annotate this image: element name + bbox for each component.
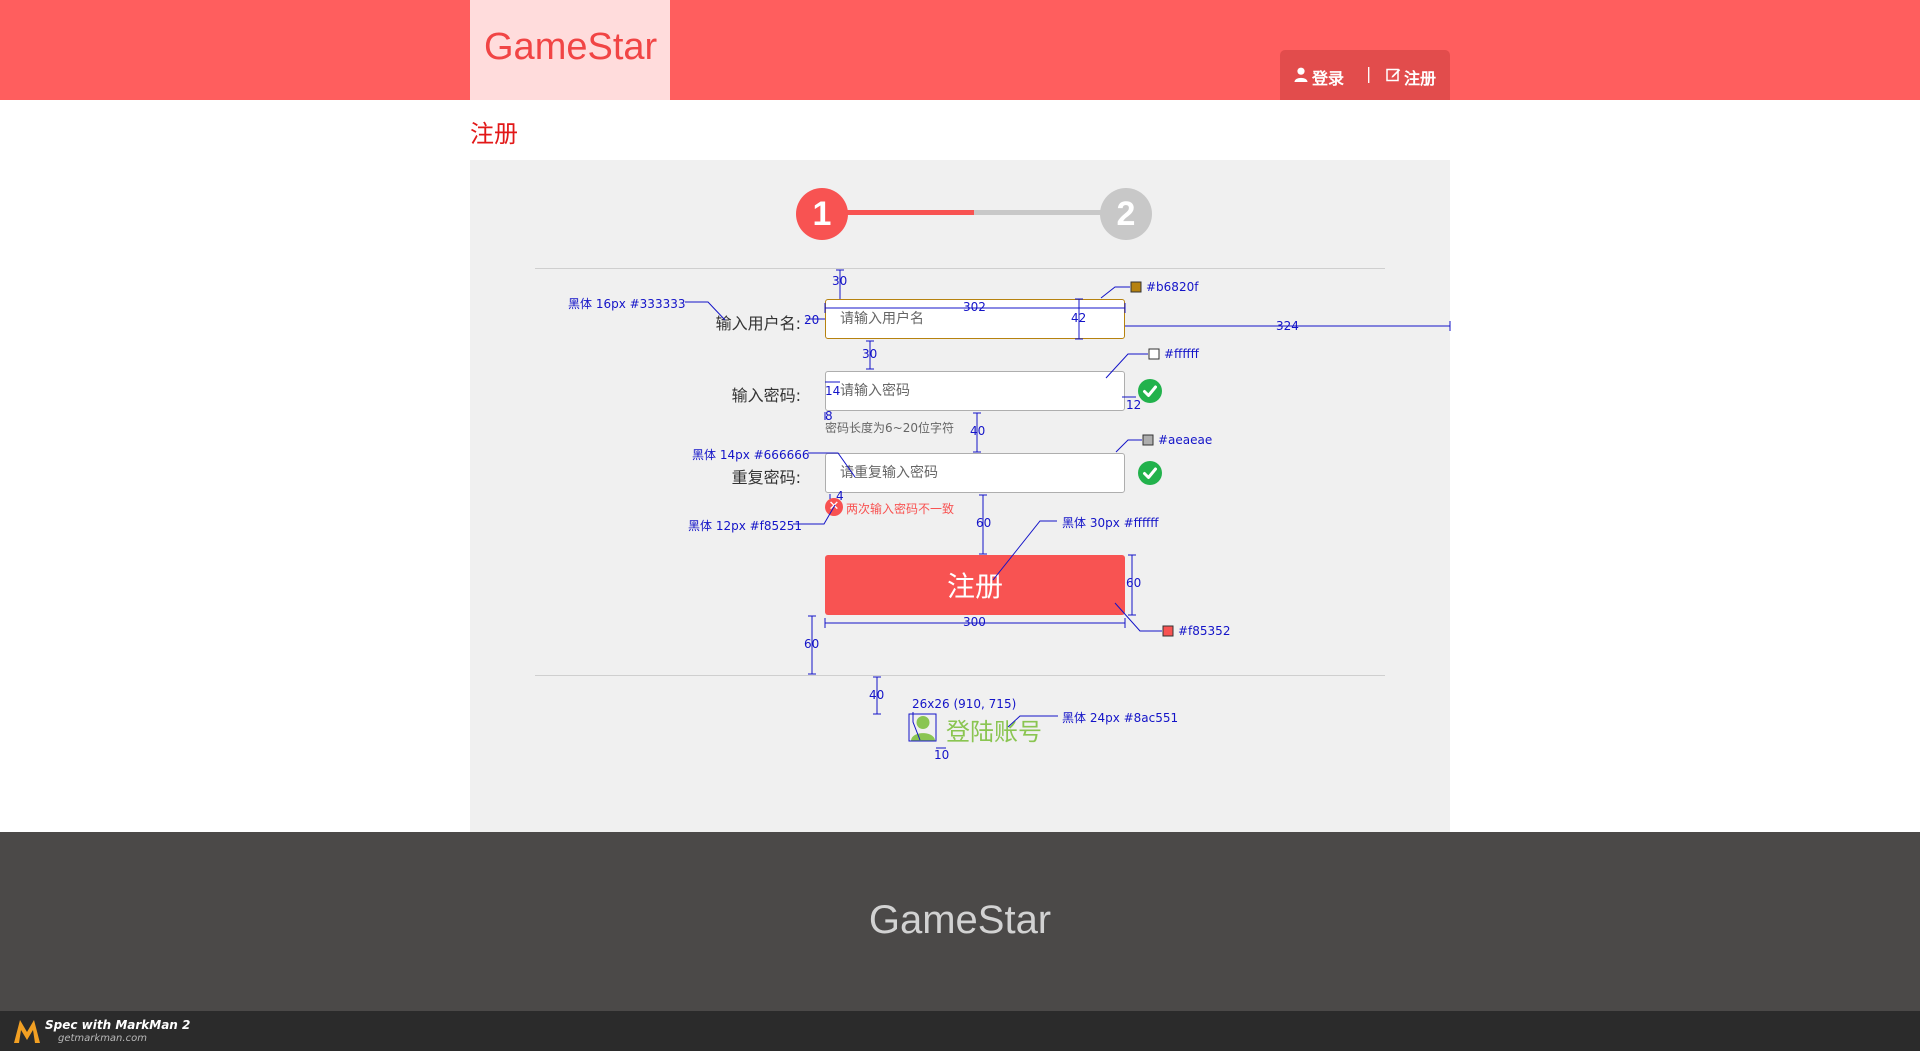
annotation-icon-spec: 26x26 (910, 715) bbox=[912, 697, 1017, 711]
annotation-label-font: 黑体 16px #333333 bbox=[568, 297, 686, 311]
dim-label: 302 bbox=[963, 300, 986, 314]
annotation-button-font: 黑体 30px #ffffff bbox=[1062, 516, 1159, 530]
dim-label: 30 bbox=[862, 347, 878, 361]
dim-label: 60 bbox=[1126, 576, 1142, 590]
dim-label: 20 bbox=[804, 313, 820, 327]
annotation-border-color: #aeaeae bbox=[1158, 433, 1213, 447]
annotation-link-font: 黑体 24px #8ac551 bbox=[1062, 711, 1179, 725]
dim-label: 40 bbox=[869, 688, 885, 702]
dim-label: 12 bbox=[1126, 398, 1142, 412]
spec-overlay bbox=[685, 269, 1451, 749]
dim-label: 40 bbox=[970, 424, 986, 438]
dim-label: 10 bbox=[934, 748, 950, 762]
dim-label: 4 bbox=[836, 489, 844, 503]
annotation-button-color: #f85352 bbox=[1178, 624, 1231, 638]
dim-label: 42 bbox=[1071, 311, 1087, 325]
dim-label: 324 bbox=[1276, 319, 1299, 333]
annotation-input-font: 黑体 14px #666666 bbox=[692, 448, 810, 462]
annotation-bg-color: #ffffff bbox=[1164, 347, 1199, 361]
dim-label: 8 bbox=[825, 409, 833, 423]
annotation-border-active-color: #b6820f bbox=[1146, 280, 1199, 294]
dim-label: 300 bbox=[963, 615, 986, 629]
dim-label: 30 bbox=[832, 274, 848, 288]
dim-label: 60 bbox=[976, 516, 992, 530]
annotation-error-font: 黑体 12px #f85251 bbox=[688, 519, 803, 533]
dim-label: 60 bbox=[804, 637, 820, 651]
dim-label: 14 bbox=[825, 384, 841, 398]
